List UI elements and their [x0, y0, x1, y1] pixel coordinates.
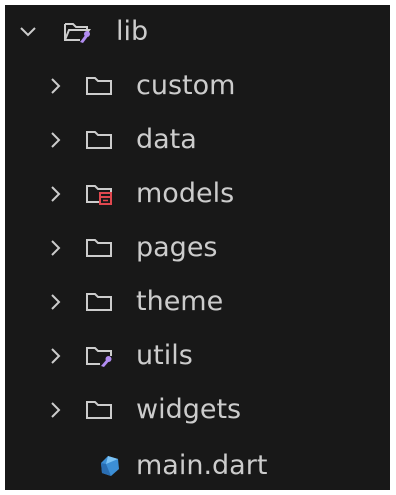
tree-item-label: data — [136, 124, 197, 155]
folder-lib-open-icon — [63, 20, 91, 44]
tree-item-models[interactable]: models — [5, 167, 390, 221]
tree-item-label: custom — [136, 70, 236, 101]
chevron-right-icon[interactable] — [45, 129, 67, 151]
file-explorer: lib custom data models pages theme utils… — [5, 5, 390, 490]
folder-utils-icon — [85, 344, 113, 368]
chevron-right-icon[interactable] — [45, 345, 67, 367]
tree-item-label: models — [136, 178, 235, 209]
chevron-right-icon[interactable] — [45, 75, 67, 97]
tree-item-widgets[interactable]: widgets — [5, 383, 390, 437]
chevron-down-icon[interactable] — [17, 21, 39, 43]
tree-item-data[interactable]: data — [5, 113, 390, 167]
folder-models-icon — [85, 182, 113, 206]
tree-item-label: widgets — [136, 394, 242, 425]
folder-icon — [85, 74, 113, 98]
folder-icon — [85, 290, 113, 314]
tree-item-theme[interactable]: theme — [5, 275, 390, 329]
tree-item-main-dart[interactable]: main.dart — [5, 439, 390, 493]
chevron-right-icon[interactable] — [45, 183, 67, 205]
tree-item-pages[interactable]: pages — [5, 221, 390, 275]
tree-item-label: main.dart — [136, 450, 268, 481]
folder-icon — [85, 128, 113, 152]
dart-file-icon — [97, 454, 121, 478]
tree-item-utils[interactable]: utils — [5, 329, 390, 383]
tree-item-custom[interactable]: custom — [5, 59, 390, 113]
tree-item-label: utils — [136, 340, 193, 371]
tree-item-label: theme — [136, 286, 224, 317]
chevron-right-icon[interactable] — [45, 399, 67, 421]
tree-item-label: pages — [136, 232, 218, 263]
chevron-right-icon[interactable] — [45, 291, 67, 313]
chevron-right-icon[interactable] — [45, 237, 67, 259]
tree-item-lib[interactable]: lib — [5, 5, 390, 59]
folder-icon — [85, 236, 113, 260]
folder-icon — [85, 398, 113, 422]
tree-item-label: lib — [116, 16, 149, 47]
